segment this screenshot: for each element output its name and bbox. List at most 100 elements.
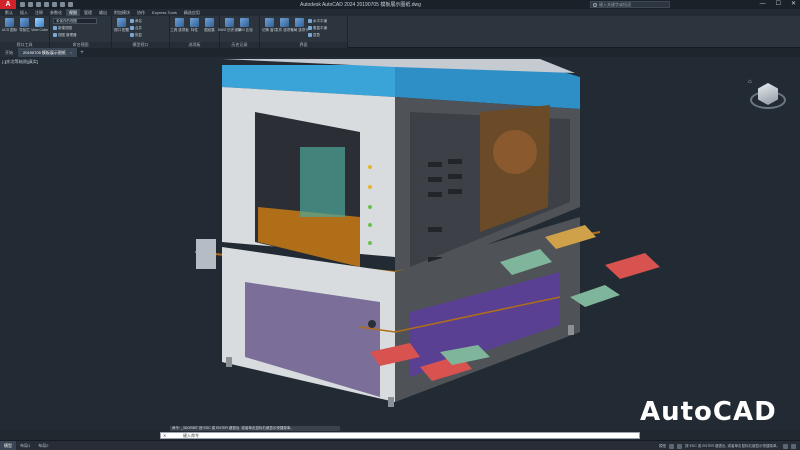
search-icon [593, 3, 597, 7]
file-tab-bar: 开始 20190705 模板展示图纸 × + [0, 48, 800, 57]
start-tab[interactable]: 开始 [0, 48, 18, 57]
status-tray: 模型 按 ESC 或 ENTER 键退出, 或者单击鼠标右键显示快捷菜单。 [659, 441, 796, 450]
autocad-window: A Autodesk AutoCAD 2024 20190705 模板展示图纸.… [0, 0, 800, 450]
ribbon-tab[interactable]: 默认 [2, 9, 16, 16]
layout-tab[interactable]: 布局2 [34, 441, 52, 450]
tile-vertical-label: 垂直平铺 [313, 25, 327, 30]
window-controls: — ☐ ✕ [760, 0, 796, 9]
cascade-label: 层叠 [313, 32, 320, 37]
title-bar: A Autodesk AutoCAD 2024 20190705 模板展示图纸.… [0, 0, 800, 9]
ucs-icon-label: UCS 图标 [1, 28, 18, 32]
dwg-compare-icon [240, 18, 249, 27]
join-viewport-label: 合并 [135, 25, 142, 30]
tile-horizontal-label: 水平平铺 [313, 18, 327, 23]
save-icon[interactable] [36, 2, 41, 7]
open-file-icon[interactable] [28, 2, 33, 7]
drawing-canvas[interactable]: [-][东北等轴测][真实] ⌂ AutoCAD [0, 57, 800, 430]
cascade-icon [308, 33, 312, 37]
interface-group: 切换 窗口 文件 选项卡 布局 选项卡 水平平铺 垂直平铺 层叠 界面 [260, 16, 348, 48]
minimize-button[interactable]: — [760, 0, 766, 9]
foot-right [568, 325, 574, 335]
new-view-icon [53, 26, 57, 30]
tile-vertical-button[interactable]: 垂直平铺 [308, 25, 327, 31]
new-view-label: 新建视图 [58, 25, 72, 30]
layout-tab-bar: 模型 布局1 布局2 [0, 440, 52, 450]
history-group: DWG 历史记录 DWG 比较 历史记录 [218, 16, 260, 48]
plot-icon[interactable] [52, 2, 57, 7]
ribbon-panel: UCS 图标 导航栏 View Cube 视口工具 未保存的视图 新建视图 视图… [0, 16, 800, 48]
ribbon-tab[interactable]: 视图 [66, 9, 80, 16]
fullscreen-icon[interactable] [791, 443, 796, 449]
new-tab-button[interactable]: + [80, 50, 84, 56]
cascade-button[interactable]: 层叠 [308, 32, 327, 38]
quick-access-toolbar [20, 2, 73, 7]
ribbon-tab[interactable]: 插入 [17, 9, 31, 16]
layout-tabs-icon [295, 18, 304, 27]
autocad-logo[interactable]: A [0, 0, 16, 9]
ribbon-tab[interactable]: Express Tools [149, 9, 180, 16]
snap-icon[interactable] [677, 443, 683, 449]
properties-icon [190, 18, 199, 27]
join-viewport-icon [130, 26, 134, 30]
grid-icon[interactable] [669, 443, 675, 449]
undo-icon[interactable] [60, 2, 65, 7]
status-message: 按 ESC 或 ENTER 键退出, 或者单击鼠标右键显示快捷菜单。 [685, 443, 780, 448]
switch-windows-icon [265, 18, 274, 27]
tile-horizontal-button[interactable]: 水平平铺 [308, 18, 327, 24]
layout-tab[interactable]: 布局1 [16, 441, 34, 450]
ribbon-tab[interactable]: 附加模块 [111, 9, 133, 16]
ribbon-tab[interactable]: 精选应用 [181, 9, 203, 16]
ribbon-tab[interactable]: 参数化 [47, 9, 65, 16]
navbar-label: 导航栏 [19, 28, 30, 32]
viewport-config-label: 视口 配置 [114, 28, 129, 32]
sheet-set-icon [205, 18, 214, 27]
restore-viewport-icon [130, 33, 134, 37]
close-command-line-icon[interactable]: ✕ [163, 433, 166, 438]
redo-icon[interactable] [68, 2, 73, 7]
restore-viewport-button[interactable]: 恢复 [130, 32, 142, 38]
model-space-label[interactable]: 模型 [659, 444, 666, 449]
named-viewport-icon [130, 19, 134, 23]
command-line: 命令: _3DORBIT 按 ESC 或 ENTER 键退出, 或者单击鼠标右键… [160, 426, 640, 440]
ribbon-tab[interactable]: 协作 [134, 9, 148, 16]
named-viewport-button[interactable]: 命名 [130, 18, 142, 24]
ribbon-tab[interactable]: 管理 [81, 9, 95, 16]
maximize-button[interactable]: ☐ [776, 0, 781, 9]
ribbon-tab[interactable]: 注释 [32, 9, 46, 16]
drawing-tab[interactable]: 20190705 模板展示图纸 × [18, 48, 78, 57]
command-history: 命令: _3DORBIT 按 ESC 或 ENTER 键退出, 或者单击鼠标右键… [170, 426, 340, 431]
floating-part-4 [605, 253, 660, 279]
join-viewport-button[interactable]: 合并 [130, 25, 142, 31]
viewcube[interactable]: ⌂ [748, 79, 788, 119]
view-manager-icon [53, 33, 57, 37]
new-file-icon[interactable] [20, 2, 25, 7]
close-tab-icon[interactable]: × [70, 50, 72, 55]
viewport-tools-group: UCS 图标 导航栏 View Cube 视口工具 [0, 16, 50, 48]
file-tabs-icon [280, 18, 289, 27]
view-manager-button[interactable]: 视图 管理器 [53, 32, 97, 38]
viewport-config-icon [117, 18, 126, 27]
lock-knob [368, 320, 376, 328]
foot-left [226, 357, 232, 367]
autocad-watermark: AutoCAD [640, 397, 777, 427]
home-view-icon[interactable]: ⌂ [748, 79, 752, 85]
palettes-group: 工具 选项板 特性 图纸集 选项板 [170, 16, 220, 48]
tile-vertical-icon [308, 26, 312, 30]
dwg-history-icon [225, 18, 234, 27]
named-view-select[interactable]: 未保存的视图 [53, 18, 97, 24]
new-view-button[interactable]: 新建视图 [53, 25, 97, 31]
properties-label: 特性 [191, 28, 198, 32]
ribbon-tab[interactable]: 输出 [96, 9, 110, 16]
model-viewports-group: 视口 配置 命名 合并 恢复 模型视口 [112, 16, 170, 48]
reel-spool [493, 130, 537, 174]
close-button[interactable]: ✕ [791, 0, 796, 9]
sheet-set-label: 图纸集 [204, 28, 215, 32]
settings-icon[interactable] [783, 443, 788, 449]
ucs-icon [5, 18, 14, 27]
save-as-icon[interactable] [44, 2, 49, 7]
dwg-compare-label: DWG 比较 [236, 28, 253, 32]
navigation-bar-icon [20, 18, 29, 27]
layout-tab[interactable]: 模型 [0, 440, 16, 450]
command-input[interactable]: ✕ 键入命令 [160, 432, 640, 439]
search-input[interactable]: 键入关键字或短语 [590, 1, 670, 8]
